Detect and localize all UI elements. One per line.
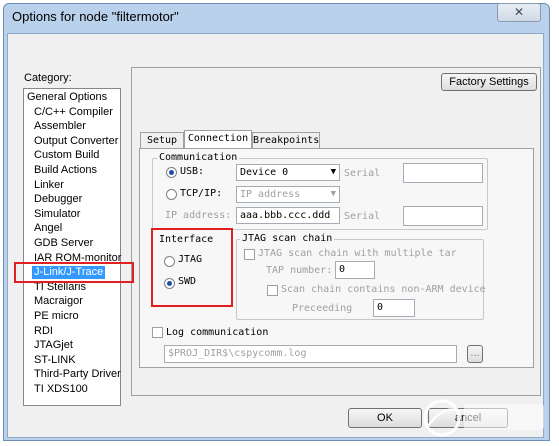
serial-input[interactable] bbox=[403, 163, 483, 183]
usb-radio[interactable] bbox=[166, 167, 177, 178]
tap-number-input[interactable]: 0 bbox=[335, 261, 375, 279]
category-item[interactable]: C/C++ Compiler bbox=[34, 106, 113, 119]
category-item[interactable]: GDB Server bbox=[34, 237, 93, 250]
category-item[interactable]: ST-LINK bbox=[34, 354, 76, 367]
swd-label: SWD bbox=[178, 276, 197, 287]
category-label: Category: bbox=[24, 72, 72, 84]
log-path-value: $PROJ_DIR$\cspycomm.log bbox=[168, 348, 307, 359]
tab-setup[interactable]: Setup bbox=[140, 132, 184, 149]
category-item[interactable]: Output Converter bbox=[34, 135, 118, 148]
jtag-radio[interactable] bbox=[164, 256, 175, 267]
category-item[interactable]: PE micro bbox=[34, 310, 79, 323]
usb-device-select[interactable]: Device 0 ▼ bbox=[236, 164, 340, 181]
category-item[interactable]: Custom Build bbox=[34, 149, 99, 162]
category-item[interactable]: Build Actions bbox=[34, 164, 97, 177]
jtag-label: JTAG bbox=[178, 254, 203, 265]
category-item[interactable]: JTAGjet bbox=[34, 339, 73, 352]
category-item[interactable]: General Options bbox=[27, 91, 107, 104]
usb-device-value: Device 0 bbox=[240, 167, 289, 178]
category-item[interactable]: Assembler bbox=[34, 120, 86, 133]
serial-label: Serial bbox=[344, 168, 381, 179]
category-item[interactable]: Macraigor bbox=[34, 295, 83, 308]
tab-connection[interactable]: Connection bbox=[184, 130, 252, 149]
category-highlight bbox=[14, 262, 134, 284]
jtag-chain-title: JTAG scan chain bbox=[240, 233, 335, 244]
tap-number-label: TAP number: bbox=[266, 265, 333, 276]
tcpip-select[interactable]: IP address ▼ bbox=[236, 186, 340, 203]
ip-address-value: aaa.bbb.ccc.ddd bbox=[240, 210, 331, 221]
jtag-multi-checkbox[interactable] bbox=[244, 249, 255, 260]
log-communication-checkbox[interactable] bbox=[152, 327, 163, 338]
serial2-label: Serial bbox=[344, 211, 381, 222]
watermark-logo bbox=[414, 396, 550, 440]
serial2-input[interactable] bbox=[403, 206, 483, 226]
browse-button[interactable]: ... bbox=[467, 345, 483, 363]
non-arm-label: Scan chain contains non-ARM device bbox=[281, 284, 486, 295]
tab-breakpoints[interactable]: Breakpoints bbox=[252, 132, 320, 149]
window-title: Options for node "filtermotor" bbox=[12, 9, 179, 24]
preceeding-value: 0 bbox=[377, 302, 384, 313]
ok-button[interactable]: OK bbox=[348, 408, 422, 428]
category-item[interactable]: RDI bbox=[34, 325, 53, 338]
category-item[interactable]: Third-Party Driver bbox=[34, 368, 121, 381]
swd-radio[interactable] bbox=[164, 278, 175, 289]
chevron-down-icon: ▼ bbox=[330, 189, 336, 199]
chevron-down-icon: ▼ bbox=[330, 167, 336, 177]
interface-title: Interface bbox=[159, 234, 214, 245]
factory-settings-button[interactable]: Factory Settings bbox=[441, 73, 537, 91]
usb-label: USB: bbox=[180, 166, 205, 177]
ip-address-label: IP address: bbox=[165, 210, 232, 221]
preceeding-input[interactable]: 0 bbox=[373, 299, 415, 317]
tap-number-value: 0 bbox=[339, 264, 346, 275]
close-button[interactable]: ✕ bbox=[497, 3, 541, 22]
preceeding-label: Preceeding bbox=[292, 303, 353, 314]
tcpip-label: TCP/IP: bbox=[180, 188, 223, 199]
category-item[interactable]: Linker bbox=[34, 179, 64, 192]
category-item[interactable]: Debugger bbox=[34, 193, 82, 206]
tcpip-radio[interactable] bbox=[166, 189, 177, 200]
communication-title: Communication bbox=[157, 152, 240, 163]
category-item[interactable]: TI XDS100 bbox=[34, 383, 88, 396]
non-arm-checkbox[interactable] bbox=[267, 285, 278, 296]
ip-address-input[interactable]: aaa.bbb.ccc.ddd bbox=[236, 207, 340, 224]
category-item[interactable]: Simulator bbox=[34, 208, 80, 221]
tcpip-value: IP address bbox=[240, 189, 301, 200]
category-list[interactable]: General Options C/C++ Compiler Assembler Ou… bbox=[23, 88, 121, 406]
log-path-input[interactable]: $PROJ_DIR$\cspycomm.log bbox=[164, 345, 457, 363]
close-icon: ✕ bbox=[513, 5, 525, 19]
log-communication-label: Log communication bbox=[166, 327, 269, 338]
category-item[interactable]: Angel bbox=[34, 222, 62, 235]
jtag-multi-label: JTAG scan chain with multiple tar bbox=[258, 248, 457, 259]
